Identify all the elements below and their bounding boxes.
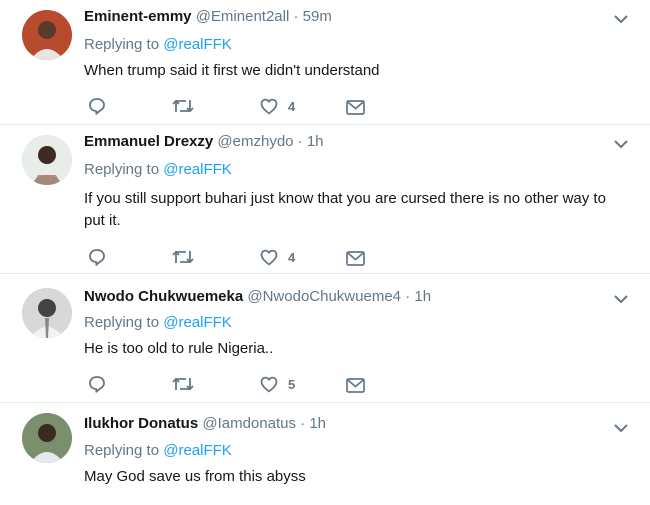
chevron-down-icon[interactable] <box>614 423 628 433</box>
avatar[interactable] <box>22 135 72 185</box>
display-name[interactable]: Nwodo Chukwuemeka <box>84 288 243 305</box>
display-name[interactable]: Eminent-emmy <box>84 8 192 25</box>
user-handle[interactable]: @emzhydo <box>217 133 293 150</box>
tweet-text: May God save us from this abyss <box>84 468 306 485</box>
timestamp[interactable]: 1h <box>414 288 431 305</box>
timestamp[interactable]: 59m <box>303 8 332 25</box>
retweet-button[interactable] <box>172 374 194 394</box>
like-count: 4 <box>288 249 296 265</box>
avatar[interactable] <box>22 413 72 463</box>
reply-icon <box>89 98 105 115</box>
avatar[interactable] <box>22 10 72 60</box>
retweet-icon <box>172 377 194 391</box>
timestamp[interactable]: 1h <box>307 133 324 150</box>
tweet-header: Nwodo Chukwuemeka @NwodoChukwueme4 · 1h <box>84 288 431 305</box>
direct-message-button[interactable] <box>346 97 365 117</box>
tweet[interactable]: Emmanuel Drexzy @emzhydo · 1h Replying t… <box>0 125 650 274</box>
retweet-icon <box>172 250 194 264</box>
direct-message-button[interactable] <box>346 248 365 268</box>
replying-label: Replying to <box>84 442 160 459</box>
replying-to-link[interactable]: @realFFK <box>163 314 232 331</box>
like-icon <box>260 376 278 392</box>
like-count: 5 <box>288 376 296 392</box>
chevron-down-icon[interactable] <box>614 294 628 304</box>
replying-to-link[interactable]: @realFFK <box>163 36 232 53</box>
tweet[interactable]: Nwodo Chukwuemeka @NwodoChukwueme4 · 1h … <box>0 274 650 403</box>
like-icon <box>260 98 278 114</box>
replying-to: Replying to @realFFK <box>84 36 232 53</box>
like-icon <box>260 249 278 265</box>
separator-dot: · <box>297 133 303 150</box>
tweet-text: He is too old to rule Nigeria.. <box>84 340 274 357</box>
chevron-down-icon[interactable] <box>614 14 628 24</box>
like-button[interactable]: 4 <box>260 96 295 116</box>
direct-message-icon <box>346 377 365 393</box>
reply-icon <box>89 376 105 393</box>
direct-message-icon <box>346 250 365 266</box>
separator-dot: · <box>405 288 411 305</box>
reply-icon <box>89 249 105 266</box>
display-name[interactable]: Ilukhor Donatus <box>84 415 198 432</box>
separator-dot: · <box>300 415 306 432</box>
display-name[interactable]: Emmanuel Drexzy <box>84 133 213 150</box>
like-count: 4 <box>288 98 296 114</box>
tweet[interactable]: Ilukhor Donatus @Iamdonatus · 1h Replyin… <box>0 403 650 505</box>
replying-to-link[interactable]: @realFFK <box>163 442 232 459</box>
chevron-down-icon[interactable] <box>614 139 628 149</box>
reply-button[interactable] <box>88 374 106 394</box>
retweet-icon <box>172 99 194 113</box>
reply-button[interactable] <box>88 96 106 116</box>
replying-label: Replying to <box>84 314 160 331</box>
tweet-text: When trump said it first we didn't under… <box>84 62 380 79</box>
like-button[interactable]: 5 <box>260 374 295 394</box>
like-button[interactable]: 4 <box>260 247 295 267</box>
replying-to: Replying to @realFFK <box>84 314 232 331</box>
user-handle[interactable]: @Iamdonatus <box>202 415 296 432</box>
replying-to: Replying to @realFFK <box>84 161 232 178</box>
replying-to: Replying to @realFFK <box>84 442 232 459</box>
tweet-text: If you still support buhari just know th… <box>84 190 606 229</box>
direct-message-button[interactable] <box>346 375 365 395</box>
avatar[interactable] <box>22 288 72 338</box>
tweet[interactable]: Eminent-emmy @Eminent2all · 59m Replying… <box>0 0 650 125</box>
retweet-button[interactable] <box>172 247 194 267</box>
tweet-header: Ilukhor Donatus @Iamdonatus · 1h <box>84 415 326 432</box>
separator-dot: · <box>293 8 299 25</box>
replying-label: Replying to <box>84 161 160 178</box>
user-handle[interactable]: @Eminent2all <box>196 8 290 25</box>
timestamp[interactable]: 1h <box>309 415 326 432</box>
tweet-header: Emmanuel Drexzy @emzhydo · 1h <box>84 133 324 150</box>
reply-button[interactable] <box>88 247 106 267</box>
direct-message-icon <box>346 99 365 115</box>
user-handle[interactable]: @NwodoChukwueme4 <box>247 288 401 305</box>
replying-label: Replying to <box>84 36 160 53</box>
retweet-button[interactable] <box>172 96 194 116</box>
tweet-header: Eminent-emmy @Eminent2all · 59m <box>84 8 332 25</box>
replying-to-link[interactable]: @realFFK <box>163 161 232 178</box>
